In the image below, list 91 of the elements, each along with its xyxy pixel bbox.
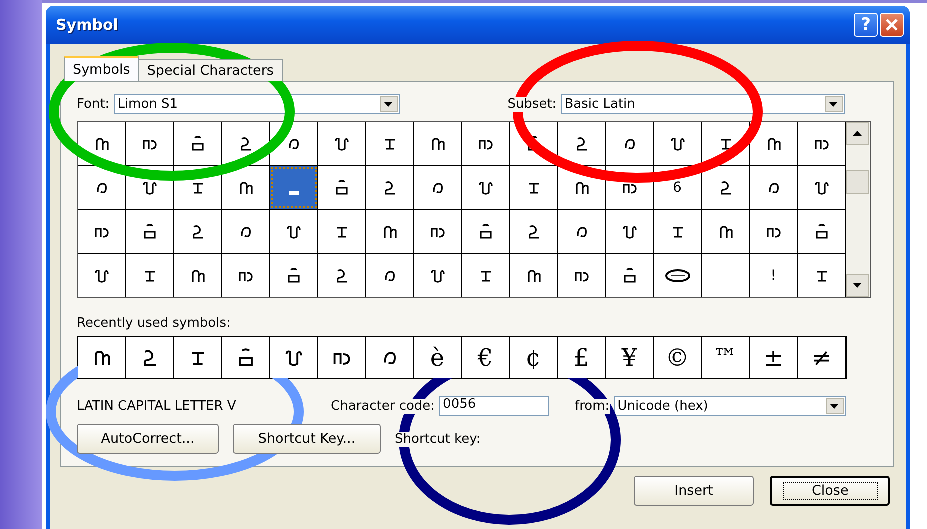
symbol-cell[interactable]	[702, 254, 750, 297]
dialog-button[interactable]: Close	[770, 476, 890, 506]
symbol-cell[interactable]	[702, 210, 750, 253]
symbol-cell[interactable]	[318, 122, 366, 165]
from-label: from:	[575, 398, 610, 414]
help-button[interactable]: ?	[854, 13, 878, 37]
symbol-cell[interactable]	[318, 166, 366, 209]
symbol-cell[interactable]	[558, 210, 606, 253]
symbol-cell[interactable]	[366, 122, 414, 165]
symbol-cell[interactable]	[366, 254, 414, 297]
character-code-field[interactable]: 0056	[439, 396, 550, 416]
symbol-cell[interactable]	[174, 210, 222, 253]
symbol-cell[interactable]	[462, 254, 510, 297]
character-name: LATIN CAPITAL LETTER V	[77, 398, 238, 414]
dropdown-arrow-icon	[829, 102, 838, 106]
symbol-cell[interactable]	[654, 254, 702, 297]
recent-symbol-cell[interactable]: ¢	[510, 337, 558, 378]
symbol-cell[interactable]	[222, 166, 270, 209]
symbol-cell[interactable]	[222, 210, 270, 253]
symbol-cell[interactable]	[126, 254, 174, 297]
symbol-cell[interactable]	[750, 210, 798, 253]
symbol-cell[interactable]	[414, 210, 462, 253]
shortcut-key-button[interactable]: Shortcut Key...	[233, 424, 381, 454]
symbol-cell[interactable]	[510, 166, 558, 209]
symbol-cell[interactable]	[798, 254, 846, 297]
symbol-cell[interactable]	[606, 122, 654, 165]
scroll-up-icon	[853, 131, 862, 136]
symbol-cell[interactable]	[78, 254, 126, 297]
symbol-cell[interactable]	[270, 210, 318, 253]
symbol-cell[interactable]: !	[750, 254, 798, 297]
symbol-cell[interactable]	[654, 122, 702, 165]
symbol-cell[interactable]	[270, 254, 318, 297]
autocorrect-button[interactable]: AutoCorrect...	[77, 424, 219, 454]
symbol-cell[interactable]	[558, 254, 606, 297]
symbol-cell[interactable]	[702, 166, 750, 209]
from-dropdown[interactable]: Unicode (hex)	[614, 396, 846, 416]
symbol-cell[interactable]	[462, 210, 510, 253]
symbol-cell[interactable]	[126, 210, 174, 253]
symbol-cell[interactable]	[510, 210, 558, 253]
symbol-cell[interactable]	[414, 122, 462, 165]
symbol-cell[interactable]	[78, 166, 126, 209]
recent-symbol-cell[interactable]	[126, 337, 174, 378]
recent-symbol-cell[interactable]	[174, 337, 222, 378]
character-code-label: Character code:	[331, 398, 436, 414]
dialog-button[interactable]: Insert	[634, 476, 754, 506]
font-dropdown[interactable]: Limon S1	[114, 94, 400, 114]
subset-dropdown[interactable]: Basic Latin	[560, 94, 845, 114]
symbol-cell[interactable]	[798, 122, 846, 165]
symbol-cell[interactable]	[78, 210, 126, 253]
symbol-cell[interactable]	[654, 210, 702, 253]
symbol-cell[interactable]	[558, 122, 606, 165]
symbol-cell[interactable]	[462, 166, 510, 209]
subset-label: Subset:	[508, 96, 557, 112]
symbol-cell[interactable]	[606, 254, 654, 297]
symbol-cell[interactable]	[606, 210, 654, 253]
symbol-cell[interactable]	[462, 122, 510, 165]
font-label: Font:	[77, 96, 110, 112]
symbol-cell[interactable]	[174, 254, 222, 297]
recent-symbol-cell[interactable]: £	[558, 337, 606, 378]
tab[interactable]: Symbols	[64, 56, 140, 81]
symbol-cell[interactable]	[366, 166, 414, 209]
dropdown-arrow-icon	[830, 404, 840, 408]
symbol-cell[interactable]	[222, 254, 270, 297]
glyph-icon	[288, 190, 298, 194]
symbol-cell[interactable]	[414, 166, 462, 209]
symbol-cell[interactable]	[270, 166, 318, 209]
close-icon	[885, 18, 899, 32]
symbol-cell[interactable]	[798, 166, 846, 209]
close-button[interactable]	[880, 13, 904, 37]
oval-symbol-icon	[664, 268, 690, 282]
symbol-cell[interactable]	[510, 254, 558, 297]
symbol-cell[interactable]	[318, 254, 366, 297]
dropdown-arrow-icon	[384, 102, 394, 106]
recent-symbol-cell[interactable]	[222, 337, 270, 378]
recent-symbol-cell[interactable]: €	[462, 337, 510, 378]
tab[interactable]: Special Characters	[138, 59, 283, 81]
symbol-cell[interactable]	[366, 210, 414, 253]
scrollbar[interactable]	[846, 122, 869, 297]
recent-symbol-cell[interactable]	[270, 337, 318, 378]
window-title: Symbol	[56, 16, 118, 34]
scroll-down-icon	[853, 283, 862, 288]
symbol-cell[interactable]	[126, 122, 174, 165]
symbol-cell[interactable]	[318, 210, 366, 253]
symbol-cell[interactable]	[414, 254, 462, 297]
symbol-cell[interactable]	[750, 122, 798, 165]
scroll-thumb[interactable]	[846, 170, 869, 194]
recent-symbol-cell[interactable]	[78, 337, 126, 378]
symbol-cell[interactable]	[750, 166, 798, 209]
shortcut-key-label: Shortcut key:	[395, 432, 481, 446]
symbol-cell[interactable]	[174, 122, 222, 165]
symbol-cell[interactable]	[798, 210, 846, 253]
